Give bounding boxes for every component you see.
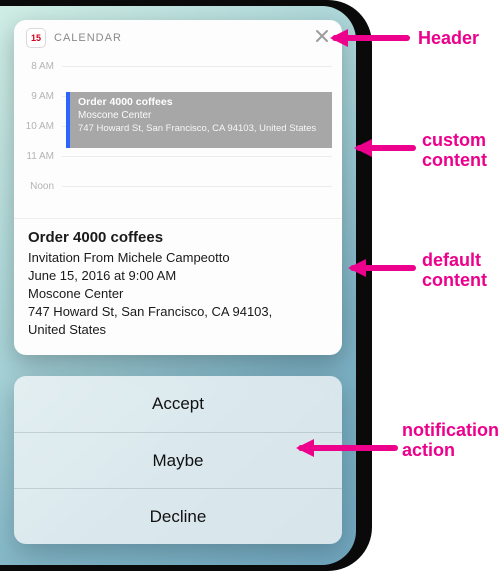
close-button[interactable] <box>312 28 332 48</box>
time-label: 9 AM <box>14 90 62 104</box>
accept-button[interactable]: Accept <box>14 376 342 432</box>
event-title: Order 4000 coffees <box>78 96 324 109</box>
time-label: 11 AM <box>14 150 62 164</box>
details-location: Moscone Center <box>28 285 328 303</box>
maybe-button[interactable]: Maybe <box>14 432 342 488</box>
time-row: 11 AM <box>14 150 342 180</box>
notification-header: 15 CALENDAR <box>14 20 342 56</box>
notification-card: 15 CALENDAR 8 AM 9 AM <box>14 20 342 355</box>
event-location: Moscone Center <box>78 109 324 122</box>
app-name-label: CALENDAR <box>54 32 122 44</box>
calendar-event-block[interactable]: Order 4000 coffees Moscone Center 747 Ho… <box>66 92 332 148</box>
custom-content-timeline: 8 AM 9 AM 10 AM 11 AM <box>14 56 342 218</box>
details-address-line1: 747 Howard St, San Francisco, CA 94103, <box>28 303 328 321</box>
close-icon <box>315 29 329 48</box>
details-title: Order 4000 coffees <box>28 229 328 247</box>
callout-notification-action: notificationaction <box>402 420 499 460</box>
calendar-app-icon: 15 <box>26 28 46 48</box>
annotated-screenshot: 15 CALENDAR 8 AM 9 AM <box>0 0 500 571</box>
callout-custom-content: customcontent <box>422 130 487 170</box>
time-row: 8 AM <box>14 60 342 90</box>
details-datetime: June 15, 2016 at 9:00 AM <box>28 267 328 285</box>
details-invitation: Invitation From Michele Campeotto <box>28 249 328 267</box>
time-label: Noon <box>14 180 62 194</box>
event-address: 747 Howard St, San Francisco, CA 94103, … <box>78 122 324 135</box>
callout-default-content: defaultcontent <box>422 250 487 290</box>
phone-bezel: 15 CALENDAR 8 AM 9 AM <box>0 0 372 571</box>
time-label: 8 AM <box>14 60 62 74</box>
callout-header: Header <box>418 28 479 48</box>
time-label: 10 AM <box>14 120 62 134</box>
time-row: Noon <box>14 180 342 210</box>
notification-actions: Accept Maybe Decline <box>14 376 342 544</box>
decline-button[interactable]: Decline <box>14 488 342 544</box>
details-address-line2: United States <box>28 321 328 339</box>
default-content: Order 4000 coffees Invitation From Miche… <box>14 218 342 355</box>
phone-screen: 15 CALENDAR 8 AM 9 AM <box>0 6 356 565</box>
